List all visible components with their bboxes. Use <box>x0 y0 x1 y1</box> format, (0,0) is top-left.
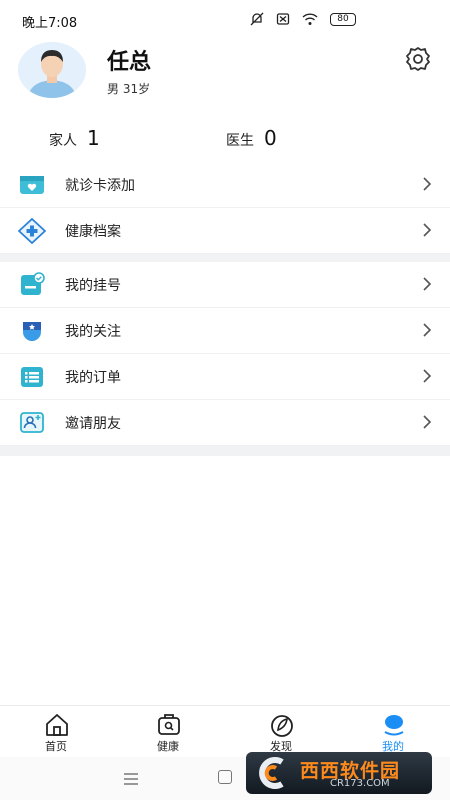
order-list-icon <box>21 367 43 387</box>
menu-group-cards: 就诊卡添加 健康档案 <box>0 162 450 262</box>
menu-item-registration[interactable]: 我的挂号 <box>0 262 450 308</box>
status-bar: 晚上7:08 80 <box>0 0 450 40</box>
health-record-icon <box>18 218 46 244</box>
menu-label-orders: 我的订单 <box>65 370 121 386</box>
watermark-c-icon <box>259 757 284 789</box>
watermark-sub-text: CR173.COM <box>330 778 390 789</box>
stat-doctor[interactable]: 医生 0 <box>226 126 277 150</box>
avatar-image <box>18 42 86 98</box>
tab-health-label: 健康 <box>157 740 179 753</box>
tab-mine[interactable]: 我的 <box>337 706 449 758</box>
stat-family[interactable]: 家人 1 <box>49 126 100 150</box>
section-divider <box>0 254 450 262</box>
tab-home[interactable]: 首页 <box>0 706 112 758</box>
chevron-right-icon <box>423 223 432 237</box>
menu-label-follow: 我的关注 <box>65 324 121 340</box>
user-gender-age: 男 31岁 <box>107 82 151 96</box>
user-name: 任总 <box>107 50 152 75</box>
stat-doctor-label: 医生 <box>226 133 254 149</box>
stats-row: 家人 1 医生 0 <box>0 120 450 160</box>
menu-label-registration: 我的挂号 <box>65 278 121 294</box>
invite-friend-icon <box>20 412 44 433</box>
battery-indicator: 80 <box>330 12 356 26</box>
profile-header: 任总 男 31岁 <box>0 40 450 120</box>
status-time: 晚上7:08 <box>22 16 78 31</box>
chevron-right-icon <box>423 323 432 337</box>
status-icons: 80 <box>250 12 356 26</box>
watermark-logo: 西西软件园 CR173.COM <box>246 752 432 794</box>
menu-item-card-add[interactable]: 就诊卡添加 <box>0 162 450 208</box>
stat-family-value: 1 <box>87 126 100 150</box>
tab-home-label: 首页 <box>45 740 67 753</box>
wifi-icon <box>302 13 318 25</box>
stat-family-label: 家人 <box>49 133 77 149</box>
card-icon <box>20 176 44 194</box>
chevron-right-icon <box>423 277 432 291</box>
menu-group-personal: 我的挂号 我的关注 我的订单 邀请朋友 <box>0 262 450 456</box>
bottom-tab-bar: 首页 健康 发现 我的 <box>0 705 450 757</box>
menu-item-health-record[interactable]: 健康档案 <box>0 208 450 254</box>
menu-label-invite: 邀请朋友 <box>65 416 121 432</box>
menu-item-follow[interactable]: 我的关注 <box>0 308 450 354</box>
menu-item-invite[interactable]: 邀请朋友 <box>0 400 450 446</box>
discover-icon <box>271 715 293 737</box>
settings-gear-icon[interactable] <box>404 45 432 73</box>
menu-label-card-add: 就诊卡添加 <box>65 178 135 194</box>
chevron-right-icon <box>423 177 432 191</box>
recent-apps-icon[interactable] <box>123 772 139 786</box>
tab-health[interactable]: 健康 <box>112 706 224 758</box>
health-bag-icon <box>158 714 180 735</box>
follow-icon <box>23 322 41 341</box>
section-divider <box>0 446 450 456</box>
stat-doctor-value: 0 <box>264 126 277 150</box>
sim-off-icon <box>276 13 290 25</box>
avatar[interactable] <box>18 42 86 98</box>
profile-icon <box>384 715 404 736</box>
mute-bell-icon <box>250 12 264 26</box>
tab-discover[interactable]: 发现 <box>225 706 337 758</box>
chevron-right-icon <box>423 369 432 383</box>
home-icon <box>46 714 68 736</box>
registration-icon <box>21 272 45 295</box>
home-button-icon[interactable] <box>218 770 232 784</box>
chevron-right-icon <box>423 415 432 429</box>
menu-item-orders[interactable]: 我的订单 <box>0 354 450 400</box>
menu-label-health-record: 健康档案 <box>65 224 121 240</box>
